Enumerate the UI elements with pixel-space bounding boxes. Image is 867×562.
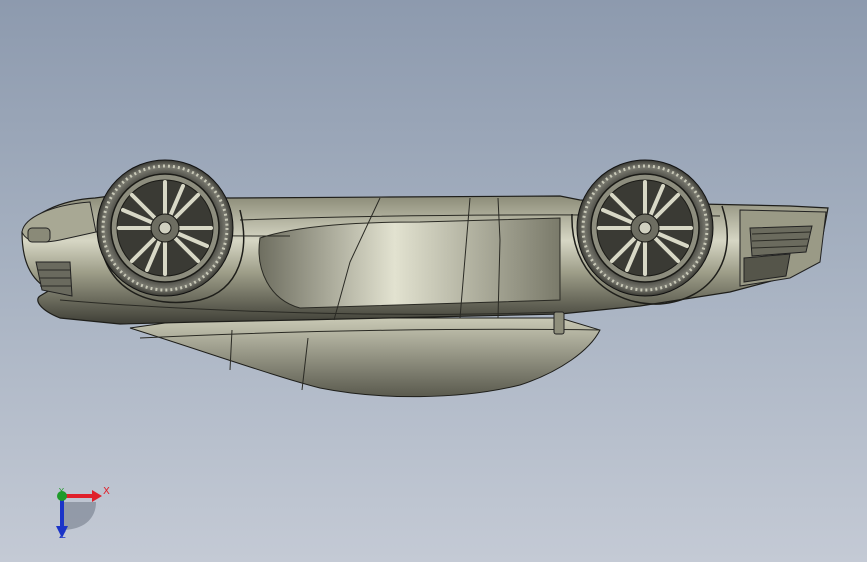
x-axis-arrow [92, 490, 102, 502]
front-grille [35, 261, 73, 297]
front-wheel [96, 159, 234, 297]
car-model[interactable] [0, 0, 867, 562]
z-axis-label: Z [59, 530, 66, 541]
rear-wheel [576, 159, 714, 297]
front-fog-light [27, 227, 51, 243]
y-axis-label: Y [59, 487, 64, 496]
x-axis-label: X [103, 486, 110, 497]
graphics-viewport[interactable]: X Y Z [0, 0, 867, 562]
side-mirror [553, 311, 565, 335]
car-side-panel [258, 217, 561, 309]
reference-triad: X Y Z [40, 478, 120, 548]
